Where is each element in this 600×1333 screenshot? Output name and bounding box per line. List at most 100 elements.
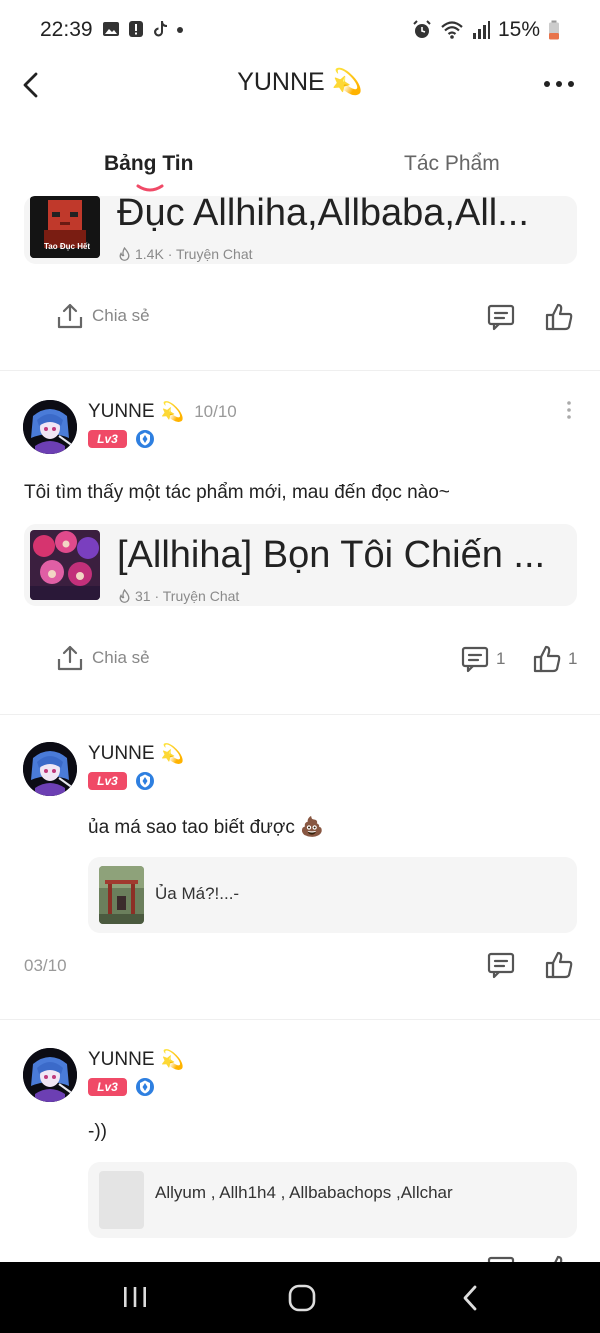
comment-button[interactable] — [486, 1254, 516, 1262]
comment-icon — [487, 304, 515, 331]
tiktok-icon — [154, 21, 167, 37]
comment-icon — [461, 646, 489, 673]
story-thumbnail: Tao Đục Hết — [30, 196, 100, 258]
comment-count: 1 — [496, 649, 506, 668]
author-emoji: 💫 — [160, 744, 185, 765]
referenced-thumbnail-placeholder — [99, 1171, 144, 1229]
story-meta-text: 1.4K · Truyện Chat — [135, 246, 253, 262]
avatar[interactable] — [23, 742, 77, 796]
fire-icon — [119, 247, 130, 261]
notification-icons — [102, 20, 184, 38]
thumbs-up-icon — [545, 951, 573, 979]
post-divider — [0, 1019, 600, 1020]
share-icon — [57, 303, 83, 329]
referenced-title: Ủa Má?!...- — [155, 884, 240, 903]
avatar[interactable] — [23, 1048, 77, 1102]
tab-feed[interactable]: Bảng Tin — [104, 152, 193, 176]
comment-button[interactable] — [486, 302, 516, 332]
post-date: 10/10 — [194, 402, 237, 421]
story-title: Đục Allhiha,Allbaba,All... — [117, 196, 529, 234]
share-label: Chia sẻ — [92, 306, 150, 325]
comment-icon — [487, 952, 515, 979]
story-meta: 31 · Truyện Chat — [118, 588, 239, 604]
alarm-icon — [413, 20, 431, 38]
author-name[interactable]: YUNNE — [88, 743, 155, 765]
referenced-post[interactable]: Allyum , Allh1h4 , Allbabachops ,Allchar — [88, 1162, 577, 1238]
level-badge: Lv3 — [88, 1078, 127, 1096]
avatar[interactable] — [23, 400, 77, 454]
author-line: YUNNE 💫 — [88, 1048, 184, 1072]
referenced-title: Allyum , Allh1h4 , Allbabachops ,Allchar — [155, 1183, 453, 1202]
share-button[interactable]: Chia sẻ — [56, 302, 150, 330]
share-icon — [57, 645, 83, 671]
dot-icon — [177, 27, 183, 33]
system-nav-bar — [0, 1262, 600, 1333]
page-title: YUNNE 💫 — [0, 68, 600, 97]
comment-text: -)) — [88, 1121, 107, 1142]
story-meta-text: 31 · Truyện Chat — [135, 588, 240, 604]
author-line: YUNNE 💫 10/10 — [88, 400, 237, 424]
story-thumbnail — [30, 530, 100, 600]
battery-icon — [549, 20, 559, 40]
post-header: YUNNE 💫 Lv3 — [0, 742, 600, 802]
fire-icon — [119, 589, 130, 603]
gallery-icon — [103, 22, 119, 36]
post-menu-icon[interactable] — [566, 400, 572, 420]
post-actions — [0, 1250, 600, 1262]
page-title-text: YUNNE — [237, 68, 325, 96]
referenced-thumbnail — [99, 866, 144, 924]
verified-shield-icon — [136, 1078, 154, 1096]
story-title: [Allhiha] Bọn Tôi Chiến ... — [117, 534, 546, 576]
post-header: YUNNE 💫 Lv3 — [0, 1048, 600, 1108]
alert-icon — [129, 21, 143, 37]
post-text: Tôi tìm thấy một tác phẩm mới, mau đến đ… — [24, 482, 450, 503]
status-time: 22:39 — [40, 18, 93, 41]
comment-icon — [487, 1256, 515, 1262]
status-bar: 22:39 15% — [0, 0, 600, 60]
header-bar: YUNNE 💫 — [0, 60, 600, 108]
thumbs-up-icon — [554, 1255, 563, 1262]
post-actions: Chia sẻ — [0, 298, 600, 338]
author-emoji: 💫 — [160, 1050, 185, 1071]
like-button[interactable]: 1 — [532, 644, 577, 674]
post-divider — [0, 714, 600, 715]
signal-icon — [472, 21, 490, 39]
home-icon[interactable] — [288, 1284, 316, 1312]
system-back-icon[interactable] — [460, 1284, 480, 1312]
tab-bar: Bảng Tin Tác Phẩm — [0, 140, 600, 196]
author-name[interactable]: YUNNE — [88, 1049, 155, 1071]
author-name[interactable]: YUNNE — [88, 401, 155, 423]
level-badge: Lv3 — [88, 430, 127, 448]
comment-button[interactable] — [486, 950, 516, 980]
share-label: Chia sẻ — [92, 648, 150, 667]
sparkle-emoji: 💫 — [331, 68, 363, 96]
thumbs-up-icon — [533, 645, 561, 673]
story-card[interactable]: [Allhiha] Bọn Tôi Chiến ... 31 · Truyện … — [24, 524, 577, 606]
post-header: YUNNE 💫 10/10 Lv3 — [0, 400, 600, 460]
battery-percent: 15% — [497, 18, 540, 41]
level-badge: Lv3 — [88, 772, 127, 790]
like-count: 1 — [568, 649, 578, 668]
system-icons: 15% — [412, 18, 560, 42]
more-options-icon[interactable] — [542, 72, 576, 96]
comment-text: ủa má sao tao biết được 💩 — [88, 817, 324, 838]
recent-apps-icon[interactable] — [122, 1286, 148, 1308]
post-actions — [0, 946, 600, 986]
story-meta: 1.4K · Truyện Chat — [118, 246, 253, 262]
author-emoji: 💫 — [160, 402, 185, 423]
comment-button[interactable]: 1 — [460, 644, 505, 674]
verified-shield-icon — [136, 430, 154, 448]
author-line: YUNNE 💫 — [88, 742, 184, 766]
tab-works[interactable]: Tác Phẩm — [404, 152, 500, 176]
verified-shield-icon — [136, 772, 154, 790]
post-actions: Chia sẻ 1 1 — [0, 640, 600, 680]
wifi-icon — [441, 21, 463, 39]
story-card[interactable]: Tao Đục Hết Đục Allhiha,Allbaba,All... 1… — [24, 196, 577, 264]
share-button[interactable]: Chia sẻ — [56, 644, 150, 672]
tab-indicator — [136, 184, 164, 192]
like-button[interactable] — [544, 950, 574, 980]
like-button[interactable] — [544, 302, 574, 332]
like-button[interactable] — [544, 1254, 574, 1262]
story-thumb-caption: Tao Đục Hết — [44, 242, 91, 251]
referenced-post[interactable]: Ủa Má?!...- — [88, 857, 577, 933]
